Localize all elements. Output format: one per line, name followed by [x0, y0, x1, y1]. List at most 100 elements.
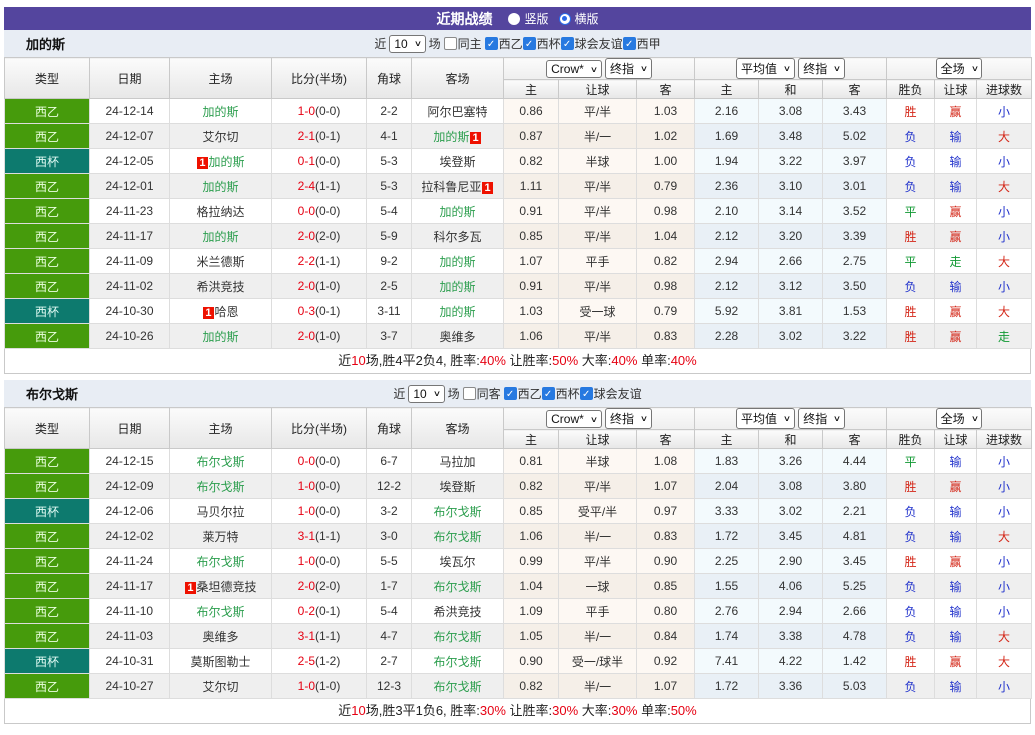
- league-checkbox[interactable]: 西乙: [484, 35, 523, 52]
- match-count-select[interactable]: 10 ∨: [389, 34, 426, 53]
- away-team-name: 布尔戈斯: [433, 579, 482, 594]
- league-checkbox[interactable]: 西杯: [522, 35, 561, 52]
- league-label: 西杯: [536, 37, 561, 51]
- result-goals-cell: 大: [976, 248, 1033, 274]
- result-wdl-cell: 胜: [886, 223, 936, 249]
- avg-away-cell: 4.78: [822, 623, 888, 649]
- corner-cell: 3-2: [366, 498, 412, 524]
- odds-stage-select[interactable]: 终指 ∨: [605, 58, 652, 79]
- fulltime-select[interactable]: 全场 ∨: [935, 408, 983, 429]
- type-cell: 西杯: [4, 498, 90, 524]
- subcol-odds-away: 客: [635, 429, 696, 449]
- avg-home-cell: 2.25: [694, 548, 760, 574]
- home-team-cell: 布尔戈斯: [169, 548, 272, 574]
- score-cell: 1-0(0-0): [271, 498, 367, 524]
- away-team-cell: 马拉加: [411, 448, 504, 474]
- result-goals-cell: 大: [976, 123, 1033, 149]
- avg-home-cell: 1.55: [694, 573, 760, 599]
- col-header-home: 主场: [169, 407, 272, 449]
- handicap-cell: 受一球: [558, 298, 637, 324]
- away-team-cell: 布尔戈斯: [411, 673, 504, 699]
- league-checkbox[interactable]: 球会友谊: [560, 35, 623, 52]
- score-cell: 1-0(0-0): [271, 473, 367, 499]
- handicap-cell: 平/半: [558, 323, 637, 349]
- avg-company-select[interactable]: 平均值 ∨: [735, 58, 795, 79]
- home-team-cell: 马贝尔拉: [169, 498, 272, 524]
- avg-company-select[interactable]: 平均值 ∨: [735, 408, 795, 429]
- corner-cell: 12-3: [366, 673, 412, 699]
- result-wdl-cell: 负: [886, 523, 936, 549]
- away-team-name: 奥维多: [439, 329, 476, 344]
- avg-draw-cell: 3.12: [758, 273, 824, 299]
- odds-home-cell: 0.87: [503, 123, 559, 149]
- handicap-cell: 半/一: [558, 123, 637, 149]
- result-wdl-cell: 负: [886, 148, 936, 174]
- date-cell: 24-10-27: [89, 673, 170, 699]
- page-title: 近期战绩: [436, 10, 493, 27]
- odds-company-select[interactable]: Crow* ∨: [546, 60, 602, 78]
- odds-home-cell: 1.03: [503, 298, 559, 324]
- checkbox-checked-icon: [503, 387, 517, 400]
- type-cell: 西乙: [4, 123, 90, 149]
- avg-draw-cell: 3.10: [758, 173, 824, 199]
- avg-draw-cell: 3.81: [758, 298, 824, 324]
- odds-away-cell: 0.83: [635, 323, 696, 349]
- avg-stage-select[interactable]: 终指 ∨: [798, 408, 846, 429]
- type-cell: 西乙: [4, 623, 90, 649]
- same-side-label: 同主: [457, 37, 482, 51]
- result-handicap-cell: 输: [934, 573, 978, 599]
- sections-container: 加的斯 近 10 ∨ 场 同主 西乙西杯球会友谊西甲: [4, 30, 1033, 724]
- handicap-cell: 平/半: [558, 548, 637, 574]
- match-count-select[interactable]: 10 ∨: [408, 384, 445, 403]
- league-checkbox[interactable]: 球会友谊: [579, 385, 642, 402]
- odds-away-cell: 1.07: [635, 473, 696, 499]
- odds-home-cell: 1.04: [503, 573, 559, 599]
- odds-company-select[interactable]: Crow* ∨: [546, 410, 602, 428]
- fulltime-select[interactable]: 全场 ∨: [935, 58, 983, 79]
- filter-bar: 加的斯 近 10 ∨ 场 同主 西乙西杯球会友谊西甲: [4, 30, 1031, 57]
- layout-vertical-radio[interactable]: 竖版: [508, 10, 549, 27]
- avg-home-cell: 2.28: [694, 323, 760, 349]
- same-side-checkbox[interactable]: 同客: [462, 385, 501, 402]
- result-goals-cell: 大: [976, 648, 1033, 674]
- subcol-odds-handicap: 让球: [558, 79, 637, 99]
- away-team-name: 加的斯: [439, 254, 476, 269]
- summary-stat-value: 30%: [552, 703, 579, 718]
- result-handicap-cell: 赢: [934, 298, 978, 324]
- league-label: 西杯: [555, 387, 580, 401]
- league-checkbox[interactable]: 西乙: [503, 385, 542, 402]
- subcol-odds-home: 主: [503, 429, 559, 449]
- summary-stat-value: 40%: [611, 353, 638, 368]
- result-wdl-cell: 负: [886, 273, 936, 299]
- avg-stage-select[interactable]: 终指 ∨: [798, 58, 846, 79]
- halftime-score: (1-1): [315, 179, 341, 193]
- halftime-score: (0-0): [315, 154, 341, 168]
- fulltime-score: 2-0: [297, 329, 315, 343]
- avg-away-cell: 3.22: [822, 323, 888, 349]
- handicap-cell: 受平/半: [558, 498, 637, 524]
- same-side-label: 同客: [476, 387, 501, 401]
- date-cell: 24-12-14: [89, 98, 170, 124]
- match-row: 西乙 24-11-03 奥维多 3-1(1-1) 4-7 布尔戈斯 1.05 半/一 0.84 1…: [4, 623, 1033, 649]
- date-cell: 24-12-01: [89, 173, 170, 199]
- result-goals-cell: 大: [976, 173, 1033, 199]
- team-name: 加的斯: [26, 37, 66, 52]
- league-checkbox[interactable]: 西杯: [541, 385, 580, 402]
- score-cell: 0-0(0-0): [271, 198, 367, 224]
- home-team-cell: 布尔戈斯: [169, 473, 272, 499]
- filters: 近 10 ∨ 场 同主 西乙西杯球会友谊西甲: [374, 34, 661, 53]
- halftime-score: (0-1): [315, 129, 341, 143]
- same-side-checkbox[interactable]: 同主: [443, 35, 482, 52]
- fulltime-score: 2-1: [297, 129, 315, 143]
- result-wdl-cell: 胜: [886, 473, 936, 499]
- layout-horizontal-radio[interactable]: 横版: [558, 10, 599, 27]
- avg-away-cell: 5.02: [822, 123, 888, 149]
- handicap-cell: 平手: [558, 248, 637, 274]
- league-checkbox[interactable]: 西甲: [622, 35, 661, 52]
- home-team-name: 莱万特: [202, 529, 239, 544]
- match-row: 西乙 24-12-07 艾尔切 2-1(0-1) 4-1 加的斯 1 0.87 半/一 1.02 1…: [4, 123, 1033, 149]
- odds-stage-select[interactable]: 终指 ∨: [605, 408, 652, 429]
- away-team-name: 希洪竞技: [433, 604, 482, 619]
- type-cell: 西乙: [4, 198, 90, 224]
- avg-away-cell: 4.44: [822, 448, 888, 474]
